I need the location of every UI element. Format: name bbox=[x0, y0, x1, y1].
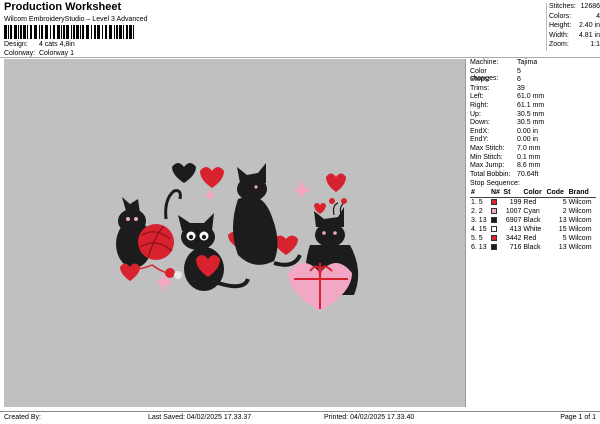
info-up: Up: 30.5 mm bbox=[470, 110, 545, 118]
info-right: Right: 61.1 mm bbox=[470, 101, 545, 109]
color-code: 13 bbox=[558, 244, 567, 252]
color-code: 5 bbox=[562, 235, 567, 243]
design-preview bbox=[4, 59, 466, 407]
stitch-count: 413 bbox=[509, 226, 522, 234]
row-index: 3. 13 bbox=[471, 217, 487, 225]
page-number: Page 1 of 1 bbox=[560, 414, 596, 421]
row-index: 2. 2 bbox=[471, 208, 483, 216]
color-swatch bbox=[490, 225, 502, 234]
stitch-count: 6907 bbox=[505, 217, 522, 225]
info-stops: Stops: 6 bbox=[470, 76, 521, 84]
stitch-count: 1007 bbox=[505, 208, 522, 216]
info-color-changes: Color changes: 5 bbox=[470, 67, 521, 82]
info-endy: EndY: 0.00 in bbox=[470, 136, 539, 144]
swatch-icon bbox=[490, 235, 497, 242]
swatch-icon bbox=[490, 217, 497, 224]
row-index: 6. 13 bbox=[471, 244, 487, 252]
info-min-stitch: Min Stitch: 0.1 mm bbox=[470, 153, 541, 161]
stitch-count: 3442 bbox=[505, 235, 522, 243]
info-total-bobbin: Total Bobbin: 70.64ft bbox=[470, 170, 539, 178]
color-swatch bbox=[490, 207, 502, 216]
table-row: 2. 2 1007 Cyan 2 Wilcom bbox=[470, 207, 596, 216]
color-swatch bbox=[490, 234, 502, 243]
stop-sequence-table: # N# St Color Code Brand 1. 5 199 Red 5 Wilc… bbox=[470, 188, 596, 252]
heart-icon bbox=[200, 167, 224, 188]
header-divider bbox=[0, 57, 600, 58]
footer: Created By: Last Saved: 04/02/2025 17.33… bbox=[0, 411, 600, 424]
color-name: Cyan bbox=[523, 208, 540, 216]
stat-colors: Colors: 4 bbox=[549, 12, 600, 20]
table-row: 4. 15 413 White 15 Wilcom bbox=[470, 225, 596, 234]
design-label: Design: bbox=[4, 41, 28, 48]
color-code: 15 bbox=[558, 226, 567, 234]
color-name: Red bbox=[523, 235, 537, 243]
brand-name: Wilcom bbox=[568, 208, 592, 216]
info-trims: Trims: 39 bbox=[470, 84, 525, 92]
colorway-label: Colorway: bbox=[4, 50, 36, 57]
stat-zoom: Zoom: 1:1 bbox=[549, 41, 600, 48]
brand-name: Wilcom bbox=[568, 235, 592, 243]
info-down: Down: 30.5 mm bbox=[470, 119, 545, 127]
color-name: Black bbox=[523, 244, 541, 252]
stat-width: Width: 4.81 in bbox=[549, 31, 600, 39]
color-name: White bbox=[523, 226, 542, 234]
swatch-icon bbox=[490, 208, 497, 215]
swirl-heart bbox=[172, 163, 196, 183]
info-max-stitch: Max Stitch: 7.0 mm bbox=[470, 144, 541, 152]
software-subtitle: Wilcom EmbroideryStudio – Level 3 Advanc… bbox=[4, 16, 148, 23]
color-code: 2 bbox=[562, 208, 567, 216]
info-max-jump: Max Jump: 8.6 mm bbox=[470, 162, 541, 170]
swatch-icon bbox=[490, 226, 497, 233]
color-swatch bbox=[490, 198, 502, 208]
sparkle-icon bbox=[204, 189, 216, 201]
machine-info-panel: Machine: Tajima Color changes: 5 Stops: 6 T… bbox=[470, 59, 600, 252]
table-row: 1. 5 199 Red 5 Wilcom bbox=[470, 198, 596, 208]
page-title: Production Worksheet bbox=[4, 1, 122, 13]
stat-stitches: Stitches: 12686 bbox=[549, 3, 600, 10]
brand-name: Wilcom bbox=[568, 199, 592, 207]
stop-sequence-heading: Stop Sequence: bbox=[470, 180, 520, 188]
color-swatch bbox=[490, 216, 502, 225]
stat-height: Height: 2.40 in bbox=[549, 22, 600, 29]
barcode bbox=[4, 25, 134, 39]
color-name: Black bbox=[523, 217, 541, 225]
design-value: 4 cats 4,8in bbox=[38, 41, 75, 48]
created-by: Created By: bbox=[4, 414, 41, 421]
sparkle-icon bbox=[293, 181, 311, 199]
table-row: 6. 13 716 Black 13 Wilcom bbox=[470, 243, 596, 252]
color-code: 5 bbox=[562, 199, 567, 207]
heart-icon bbox=[274, 235, 298, 255]
last-saved: Last Saved: 04/02/2025 17.33.37 bbox=[148, 414, 252, 421]
stitch-count: 716 bbox=[509, 244, 522, 252]
swatch-icon bbox=[490, 244, 497, 251]
row-index: 4. 15 bbox=[471, 226, 487, 234]
row-index: 5. 5 bbox=[471, 235, 483, 243]
brand-name: Wilcom bbox=[568, 226, 592, 234]
printed-date: Printed: 04/02/2025 17.33.40 bbox=[324, 414, 415, 421]
color-name: Red bbox=[523, 199, 537, 207]
table-row: 5. 5 3442 Red 5 Wilcom bbox=[470, 234, 596, 243]
table-header-row: # N# St Color Code Brand bbox=[470, 188, 596, 199]
heart-icon bbox=[314, 203, 326, 214]
colorway-row: Colorway: Colorway 1 bbox=[4, 50, 74, 57]
heart-icon bbox=[326, 173, 346, 192]
stitch-count: 199 bbox=[509, 199, 522, 207]
color-swatch bbox=[490, 243, 502, 252]
swatch-icon bbox=[490, 199, 497, 206]
row-index: 1. 5 bbox=[471, 199, 483, 207]
embroidery-artwork bbox=[116, 163, 359, 311]
info-endx: EndX: 0.00 in bbox=[470, 127, 539, 135]
design-stats: Stitches: 12686 Colors: 4 Height: 2.40 in W… bbox=[546, 3, 600, 51]
brand-name: Wilcom bbox=[568, 217, 592, 225]
design-row: Design: 4 cats 4,8in bbox=[4, 41, 75, 48]
brand-name: Wilcom bbox=[568, 244, 592, 252]
table-row: 3. 13 6907 Black 13 Wilcom bbox=[470, 216, 596, 225]
color-code: 13 bbox=[558, 217, 567, 225]
colorway-value: Colorway 1 bbox=[38, 50, 74, 57]
info-machine: Machine: Tajima bbox=[470, 59, 538, 66]
info-left: Left: 61.0 mm bbox=[470, 93, 545, 101]
